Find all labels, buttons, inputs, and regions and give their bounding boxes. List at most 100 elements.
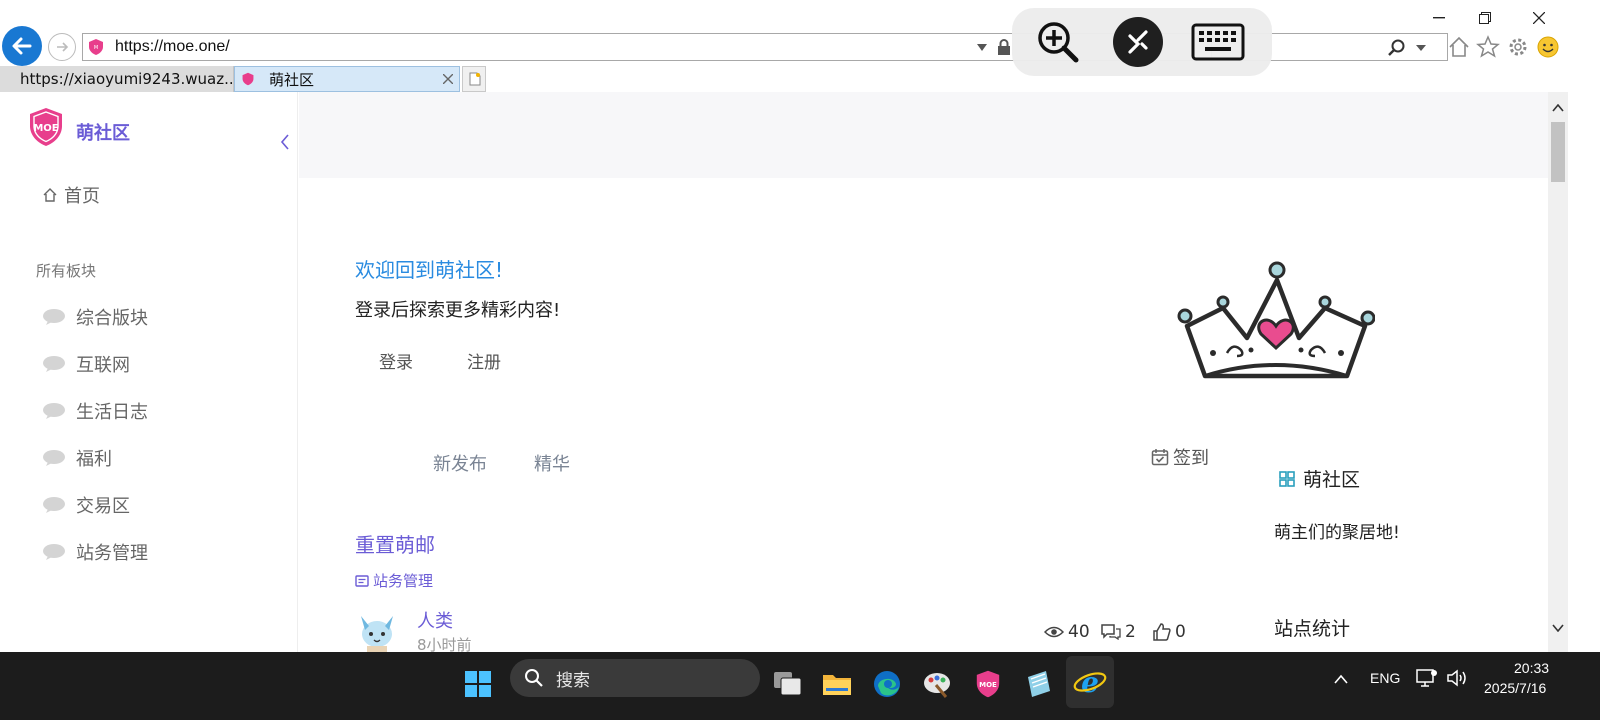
sidebar-item-internet[interactable]: 互联网 <box>42 351 130 377</box>
input-language[interactable]: ENG <box>1370 670 1400 686</box>
sidebar-item-site-admin[interactable]: 站务管理 <box>42 539 148 565</box>
paint-palette-icon <box>924 673 950 698</box>
chat-bubble-icon <box>43 450 65 466</box>
tab-label: 萌社区 <box>269 70 315 89</box>
tab-featured[interactable]: 精华 <box>534 450 570 476</box>
scrollbar-thumb[interactable] <box>1551 122 1565 182</box>
thumbs-up-icon <box>1153 623 1171 641</box>
new-tab-icon <box>469 72 481 86</box>
close-window-button[interactable] <box>1516 4 1562 32</box>
notes-app-button[interactable] <box>1018 664 1058 704</box>
nav-home[interactable]: 首页 <box>42 182 100 208</box>
new-tab-button[interactable] <box>462 66 486 92</box>
login-link[interactable]: 登录 <box>379 348 413 373</box>
minimize-button[interactable] <box>1416 4 1462 32</box>
svg-text:M: M <box>94 45 98 51</box>
chevron-up-icon[interactable] <box>1334 674 1348 684</box>
browser-chrome: M https://moe.one/ https://xiaoyumi9243.… <box>0 0 1600 92</box>
search-icon[interactable] <box>1388 39 1406 57</box>
views-count: 40 <box>1044 622 1090 642</box>
zoom-in-icon <box>1038 22 1079 63</box>
folder-icon <box>823 675 851 695</box>
remote-desktop-icon <box>1113 17 1163 67</box>
calendar-check-icon <box>1151 449 1169 466</box>
taskbar-search[interactable]: 搜索 <box>510 659 760 697</box>
chat-bubble-icon <box>43 356 65 372</box>
smiley-feedback-icon[interactable] <box>1535 34 1561 60</box>
dropdown-arrow-icon[interactable] <box>977 44 987 51</box>
sidebar-item-general[interactable]: 综合版块 <box>42 304 148 330</box>
task-view-button[interactable] <box>768 664 808 704</box>
back-button[interactable] <box>2 26 42 66</box>
windows-logo-icon <box>465 671 491 697</box>
grid-icon <box>1279 470 1295 487</box>
page-scrollbar[interactable] <box>1548 92 1568 652</box>
zoom-in-button[interactable] <box>1034 18 1082 66</box>
ie-button-active[interactable]: e <box>1066 656 1114 708</box>
home-icon[interactable] <box>1446 34 1472 60</box>
comment-icon <box>1101 624 1121 640</box>
svg-text:MOE: MOE <box>33 123 58 134</box>
sidebar-item-trade[interactable]: 交易区 <box>42 492 130 518</box>
chat-bubble-icon <box>43 403 65 419</box>
favorites-star-icon[interactable] <box>1475 34 1501 60</box>
paint-app-button[interactable] <box>917 664 957 704</box>
scroll-down-icon[interactable] <box>1552 624 1564 632</box>
edge-button[interactable] <box>867 664 907 704</box>
network-icon[interactable] <box>1416 668 1438 688</box>
moe-app-button[interactable]: MOE <box>968 664 1008 704</box>
collapse-sidebar-icon[interactable] <box>280 134 290 150</box>
scroll-up-icon[interactable] <box>1552 104 1564 112</box>
post-category[interactable]: 站务管理 <box>355 570 433 591</box>
site-favicon-icon: M <box>89 39 103 55</box>
side-panel-title: 萌社区 <box>1279 465 1360 492</box>
close-tab-icon[interactable] <box>443 74 453 84</box>
nav-home-label: 首页 <box>64 186 100 207</box>
tab-new[interactable]: 新发布 <box>433 450 487 476</box>
post-author[interactable]: 人类 <box>417 607 453 633</box>
url-text: https://moe.one/ <box>115 38 230 55</box>
category-icon <box>355 574 369 587</box>
tab-inactive[interactable]: https://xiaoyumi9243.wuaz... <box>0 66 234 92</box>
site-favicon-icon <box>242 72 254 86</box>
likes-count[interactable]: 0 <box>1153 622 1186 642</box>
gear-icon[interactable] <box>1505 34 1531 60</box>
avatar[interactable] <box>355 610 399 652</box>
task-view-icon <box>774 672 802 696</box>
sidebar-item-label: 综合版块 <box>76 308 148 329</box>
restore-button[interactable] <box>1462 4 1508 32</box>
sidebar-item-label: 交易区 <box>76 496 130 517</box>
sidebar: MOE 萌社区 首页 所有板块 综合版块 互联网 生活日志 福利 交易区 站务管… <box>0 92 298 652</box>
keyboard-icon <box>1191 23 1245 61</box>
sidebar-item-welfare[interactable]: 福利 <box>42 445 112 471</box>
welcome-subtitle: 登录后探索更多精彩内容! <box>355 300 561 321</box>
checkin-button[interactable]: 签到 <box>1151 444 1209 470</box>
tab-active[interactable]: 萌社区 <box>234 66 460 92</box>
file-explorer-button[interactable] <box>817 664 857 704</box>
svg-text:e: e <box>1081 666 1099 699</box>
site-stats-heading: 站点统计 <box>1274 618 1351 640</box>
forward-button[interactable] <box>48 33 76 61</box>
clock-time[interactable]: 20:33 <box>1514 660 1549 676</box>
site-logo-icon: MOE <box>976 670 1000 698</box>
lock-icon[interactable] <box>997 39 1011 55</box>
site-logo-icon[interactable]: MOE <box>26 106 66 148</box>
volume-icon[interactable] <box>1446 668 1468 688</box>
remote-connect-button[interactable] <box>1112 16 1164 68</box>
site-name[interactable]: 萌社区 <box>76 119 130 145</box>
remote-toolbar <box>1012 8 1272 76</box>
taskbar: 搜索 MOE e ENG 20:33 2025/7/16 <box>0 652 1600 720</box>
clock-date[interactable]: 2025/7/16 <box>1484 680 1546 696</box>
svg-text:MOE: MOE <box>979 681 997 689</box>
search-dropdown-icon[interactable] <box>1416 45 1426 51</box>
post-time: 8小时前 <box>417 636 472 652</box>
register-link[interactable]: 注册 <box>467 348 501 373</box>
keyboard-button[interactable] <box>1190 22 1246 62</box>
comments-count: 2 <box>1101 622 1136 642</box>
post-title[interactable]: 重置萌邮 <box>355 529 435 558</box>
sidebar-item-life-log[interactable]: 生活日志 <box>42 398 148 424</box>
top-banner <box>299 92 1548 178</box>
sidebar-item-label: 福利 <box>76 449 112 470</box>
start-button[interactable] <box>458 664 498 704</box>
internet-explorer-icon: e <box>1073 666 1107 699</box>
